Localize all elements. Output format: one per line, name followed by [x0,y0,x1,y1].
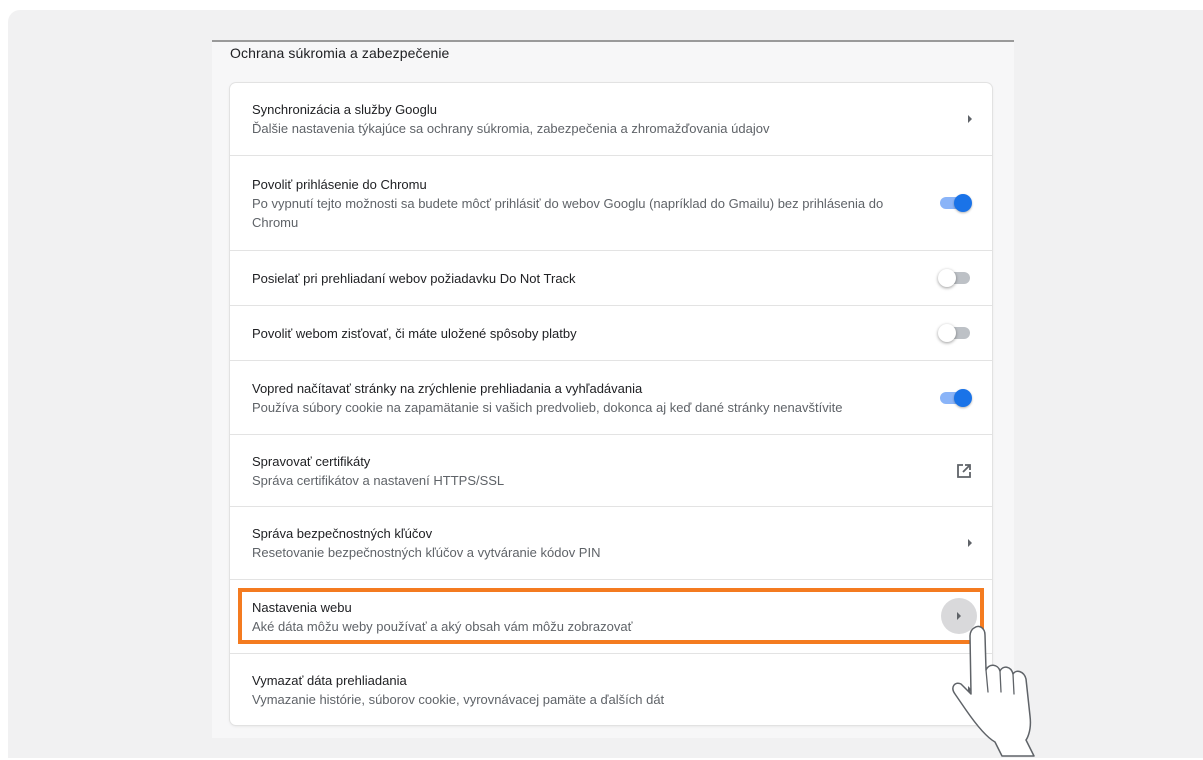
chevron-right-icon [957,612,961,620]
row-title: Správa bezpečnostných kľúčov [252,526,433,541]
row-manage-certificates[interactable]: Spravovať certifikáty Správa certifikáto… [230,434,992,506]
row-title: Spravovať certifikáty [252,453,371,469]
row-subtitle: Správa certifikátov a nastavení HTTPS/SS… [252,472,505,488]
privacy-settings-card: Synchronizácia a služby Googlu Ďalšie na… [230,83,992,725]
chevron-right-icon[interactable] [968,115,972,123]
row-site-settings[interactable]: Nastavenia webu Aké dáta môžu weby použí… [230,579,992,653]
row-title: Povoliť webom zisťovať, či máte uložené … [252,325,577,341]
row-subtitle: Aké dáta môžu weby používať a aký obsah … [252,618,633,634]
row-title: Nastavenia webu [252,599,352,615]
row-subtitle: Resetovanie bezpečnostných kľúčov a vytv… [252,545,601,560]
external-link-icon[interactable] [956,463,972,479]
toggle-payment-methods[interactable] [938,323,972,343]
row-subtitle: Po vypnutí tejto možnosti sa budete môcť… [252,195,884,230]
row-subtitle: Ďalšie nastavenia týkajúce sa ochrany sú… [252,121,770,136]
row-subtitle: Vymazanie histórie, súborov cookie, vyro… [252,691,665,707]
row-subtitle: Používa súbory cookie na zapamätanie si … [252,399,843,415]
toggle-do-not-track[interactable] [938,268,972,288]
row-allow-chrome-signin[interactable]: Povoliť prihlásenie do Chromu Po vypnutí… [230,155,992,250]
row-sync-google-services[interactable]: Synchronizácia a služby Googlu Ďalšie na… [230,83,992,155]
row-preload-pages[interactable]: Vopred načítavať stránky na zrýchlenie p… [230,360,992,434]
row-title: Vopred načítavať stránky na zrýchlenie p… [252,380,643,396]
toggle-allow-chrome-signin[interactable] [938,193,972,213]
chevron-right-icon[interactable] [968,539,972,547]
row-do-not-track[interactable]: Posielať pri prehliadaní webov požiadavk… [230,250,992,305]
row-title: Synchronizácia a služby Googlu [252,102,437,117]
section-title: Ochrana súkromia a zabezpečenie [230,45,450,61]
row-title: Povoliť prihlásenie do Chromu [252,176,427,192]
toggle-preload-pages[interactable] [938,388,972,408]
row-title: Vymazať dáta prehliadania [252,672,407,688]
row-clear-browsing-data[interactable]: Vymazať dáta prehliadania Vymazanie hist… [230,653,992,725]
row-payment-methods[interactable]: Povoliť webom zisťovať, či máte uložené … [230,305,992,360]
hand-pointer-icon [952,625,1035,757]
row-title: Posielať pri prehliadaní webov požiadavk… [252,270,576,286]
row-security-keys[interactable]: Správa bezpečnostných kľúčov Resetovanie… [230,506,992,579]
